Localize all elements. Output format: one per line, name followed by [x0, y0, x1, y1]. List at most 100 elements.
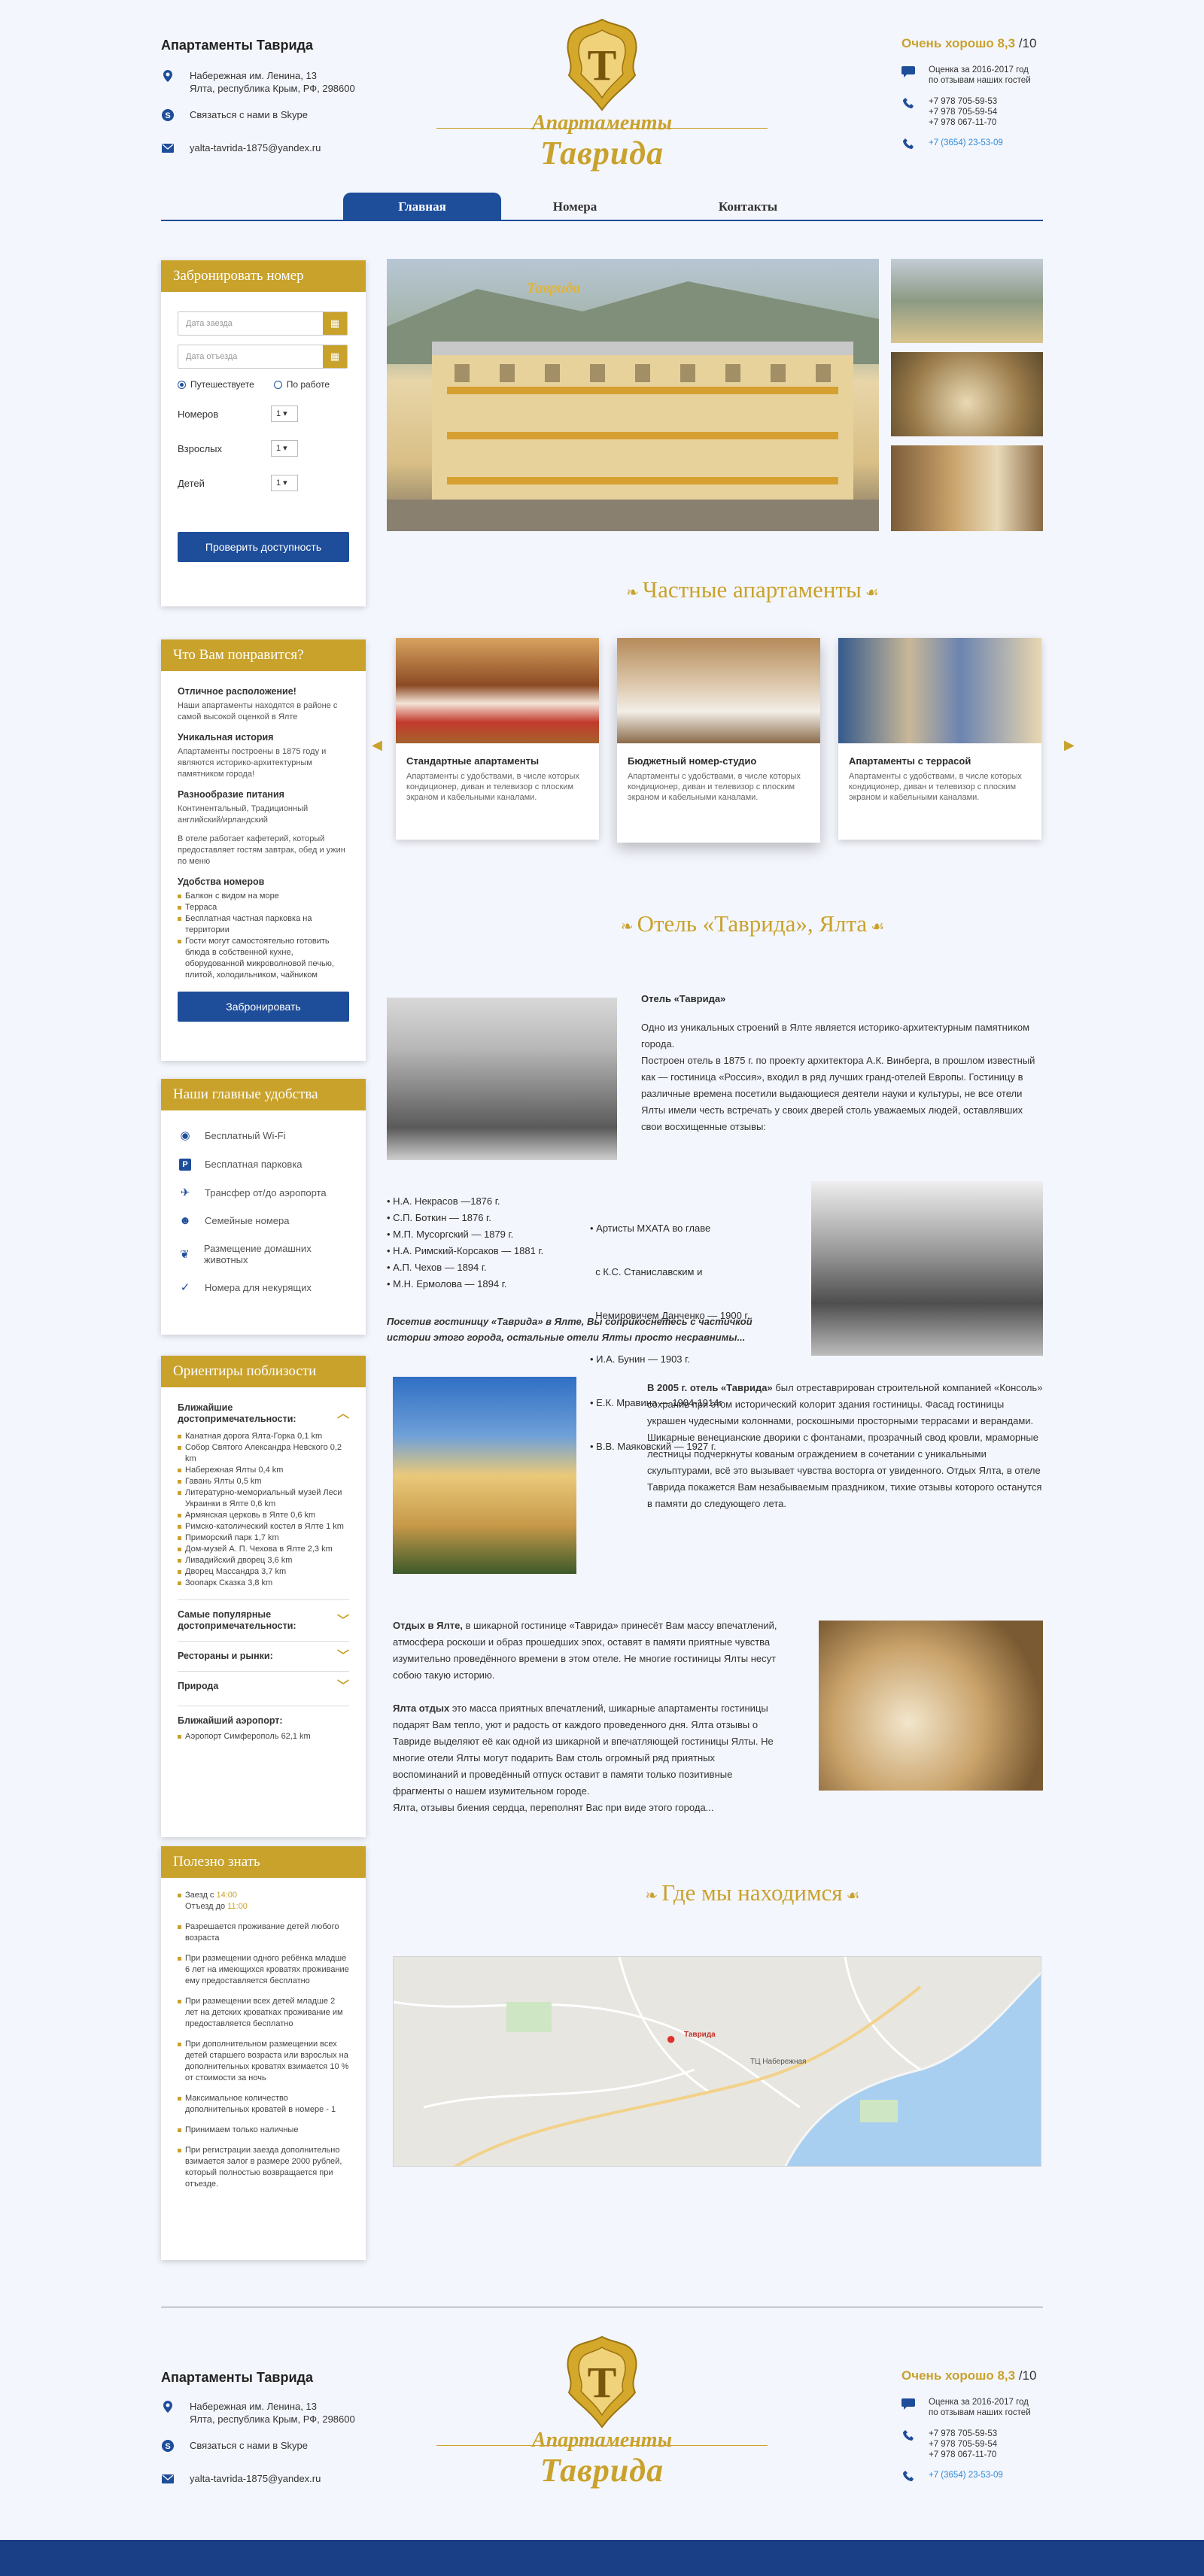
carousel-prev-arrow-icon[interactable]: ◀ [372, 737, 382, 753]
calendar-icon[interactable]: ▦ [323, 345, 347, 368]
skype-icon: S [161, 2439, 175, 2453]
tab-contacts[interactable]: Контакты [688, 193, 808, 221]
checkout-placeholder: Дата отъезда [186, 352, 238, 361]
kids-select[interactable]: 1 ▾ [271, 475, 298, 491]
apartment-card[interactable]: Апартаменты с террасой Апартаменты с удо… [838, 638, 1041, 840]
hotel-paragraph-4: Ялта отдых это масса приятных впечатлени… [393, 1703, 774, 1813]
map-pin-icon[interactable]: ● [666, 2029, 676, 2049]
rating: Очень хорошо 8,3 /10 [901, 36, 1052, 51]
footer-email-link[interactable]: yalta-tavrida-1875@yandex.ru [190, 2472, 321, 2485]
list-item: • Н.А. Некрасов —1876 г. [387, 1195, 500, 1207]
tab-rooms[interactable]: Номера [522, 193, 628, 221]
phone-numbers[interactable]: +7 978 705-59-53 +7 978 705-59-54 +7 978… [929, 96, 997, 128]
chevron-down-icon[interactable]: ﹀ [337, 1681, 349, 1693]
footer-skype-link[interactable]: Связаться с нами в Skype [190, 2439, 308, 2452]
amenity-transfer: ✈ Трансфер от/до аэропорта [178, 1187, 349, 1198]
footer-email-row[interactable]: yalta-tavrida-1875@yandex.ru [161, 2472, 387, 2486]
tab-home[interactable]: Главная [343, 193, 501, 221]
footer-skype-row[interactable]: S Связаться с нами в Skype [161, 2439, 387, 2453]
likes-heading-rooms: Удобства номеров [178, 876, 265, 887]
landline-row[interactable]: +7 (3654) 23-53-09 [901, 137, 1052, 150]
check-availability-button[interactable]: Проверить доступность [178, 532, 349, 562]
apartment-card[interactable]: Бюджетный номер-студио Апартаменты с удо… [617, 638, 820, 843]
list-item: • А.П. Чехов — 1894 г. [387, 1262, 487, 1273]
adults-select[interactable]: 1 ▾ [271, 440, 298, 457]
checkin-field[interactable]: Дата заезда ▦ [178, 311, 348, 336]
radio-checked-icon[interactable] [178, 381, 186, 389]
accordion-nature[interactable]: Природа ﹀ [178, 1671, 349, 1701]
list-item: Дом-музей А. П. Чехова в Ялте 2,3 km [178, 1544, 349, 1555]
phone-icon [901, 2469, 915, 2483]
location-pin-icon [161, 2400, 175, 2413]
address-row: Набережная им. Ленина, 13 Ялта, республи… [161, 69, 387, 95]
adults-row: Взрослых 1 ▾ [178, 440, 298, 457]
thumbnail-1[interactable] [891, 259, 1043, 343]
email-link[interactable]: yalta-tavrida-1875@yandex.ru [190, 141, 321, 154]
list-item: Приморский парк 1,7 km [178, 1533, 349, 1544]
footer-phones-row[interactable]: +7 978 705-59-53 +7 978 705-59-54 +7 978… [901, 2429, 1052, 2460]
logo-crest-icon: Т [567, 18, 637, 111]
footer-title: Апартаменты Таврида [161, 2370, 313, 2385]
list-item: Гости могут самостоятельно готовить блюд… [178, 936, 349, 981]
radio-travel[interactable]: Путешествуете [178, 379, 254, 390]
location-pin-icon [161, 69, 175, 83]
ornament-right-icon: ☙ [842, 1888, 860, 1904]
mail-icon [161, 141, 175, 155]
section-title-location: ❧ Где мы находимся ☙ [645, 1879, 860, 1906]
radio-unchecked-icon[interactable] [273, 381, 282, 389]
skype-row[interactable]: S Связаться с нами в Skype [161, 108, 387, 122]
section-title-hotel: ❧ Отель «Таврида», Ялта ☙ [620, 910, 885, 937]
site-title: Апартаменты Таврида [161, 38, 313, 53]
thumbnail-2[interactable] [891, 352, 1043, 436]
landline-number[interactable]: +7 (3654) 23-53-09 [929, 137, 1003, 150]
chevron-down-icon[interactable]: ﹀ [337, 1615, 349, 1627]
checkout-field[interactable]: Дата отъезда ▦ [178, 345, 348, 369]
hotel-building-image [387, 281, 879, 531]
thumbnail-3[interactable] [891, 445, 1043, 531]
accordion-popular[interactable]: Самые популярные достопримечательности: ﹀ [178, 1599, 349, 1641]
list-item: Бесплатная частная парковка на территори… [178, 913, 349, 936]
apartment-card[interactable]: Стандартные апартаменты Апартаменты с уд… [396, 638, 599, 840]
hero-image[interactable]: Таврида [387, 259, 879, 531]
carousel-next-arrow-icon[interactable]: ▶ [1064, 737, 1075, 753]
rating-max: /10 [1018, 36, 1037, 50]
hotel-facade-photo [393, 1377, 576, 1574]
list-item: Разрешается проживание детей любого возр… [178, 1921, 349, 1944]
check-circle-icon: ✓ [180, 1281, 190, 1294]
calendar-icon[interactable]: ▦ [323, 312, 347, 335]
ornament-left-icon: ❧ [626, 585, 643, 601]
list-item: Терраса [178, 902, 349, 913]
list-item: • М.П. Мусоргский — 1879 г. [387, 1229, 514, 1240]
list-item: При дополнительном размещении всех детей… [178, 2039, 349, 2084]
logo[interactable]: Т Апартаменты Таврида [436, 15, 768, 173]
card-title: Бюджетный номер-студио [628, 755, 757, 767]
card-title: Апартаменты с террасой [849, 755, 971, 767]
list-item: Максимальное количество дополнительных к… [178, 2093, 349, 2116]
email-row[interactable]: yalta-tavrida-1875@yandex.ru [161, 141, 387, 155]
chevron-up-icon[interactable]: ︿ [337, 1408, 349, 1420]
mail-icon [161, 2472, 175, 2486]
radio-work[interactable]: По работе [273, 379, 330, 390]
phone-numbers[interactable]: +7 978 705-59-53 +7 978 705-59-54 +7 978… [929, 2429, 997, 2460]
list-item: Балкон с видом на море [178, 891, 349, 902]
adults-label: Взрослых [178, 442, 223, 454]
rating-label: Очень хорошо 8,3 [901, 2368, 1016, 2383]
logo-main-text: Таврида [540, 135, 664, 172]
book-button[interactable]: Забронировать [178, 992, 349, 1022]
list-item: При размещении всех детей младше 2 лет н… [178, 1996, 349, 2030]
landline-number[interactable]: +7 (3654) 23-53-09 [929, 2469, 1003, 2482]
footer-logo[interactable]: Т Апартаменты Таврида [436, 2332, 768, 2490]
phones-row[interactable]: +7 978 705-59-53 +7 978 705-59-54 +7 978… [901, 96, 1052, 128]
skype-link[interactable]: Связаться с нами в Skype [190, 108, 308, 121]
main-nav: Главная Номера Контакты [161, 193, 1043, 221]
rooms-select[interactable]: 1 ▾ [271, 406, 298, 422]
chevron-down-icon[interactable]: ﹀ [337, 1651, 349, 1663]
rating-note: Оценка за 2016-2017 год по отзывам наших… [929, 2398, 1031, 2417]
footer-landline-row[interactable]: +7 (3654) 23-53-09 [901, 2469, 1052, 2483]
accordion-attractions[interactable]: Ближайшие достопримечательности: ︿ [178, 1399, 349, 1434]
likes-text-location: Наши апартаменты находятся в районе с са… [178, 701, 338, 721]
logo-top-text: Апартаменты [531, 111, 673, 135]
accordion-restaurants[interactable]: Рестораны и рынки: ﹀ [178, 1641, 349, 1671]
list-item: Принимаем только наличные [178, 2125, 349, 2136]
location-map[interactable]: ● Таврида ТЦ Набережная [393, 1956, 1041, 2167]
